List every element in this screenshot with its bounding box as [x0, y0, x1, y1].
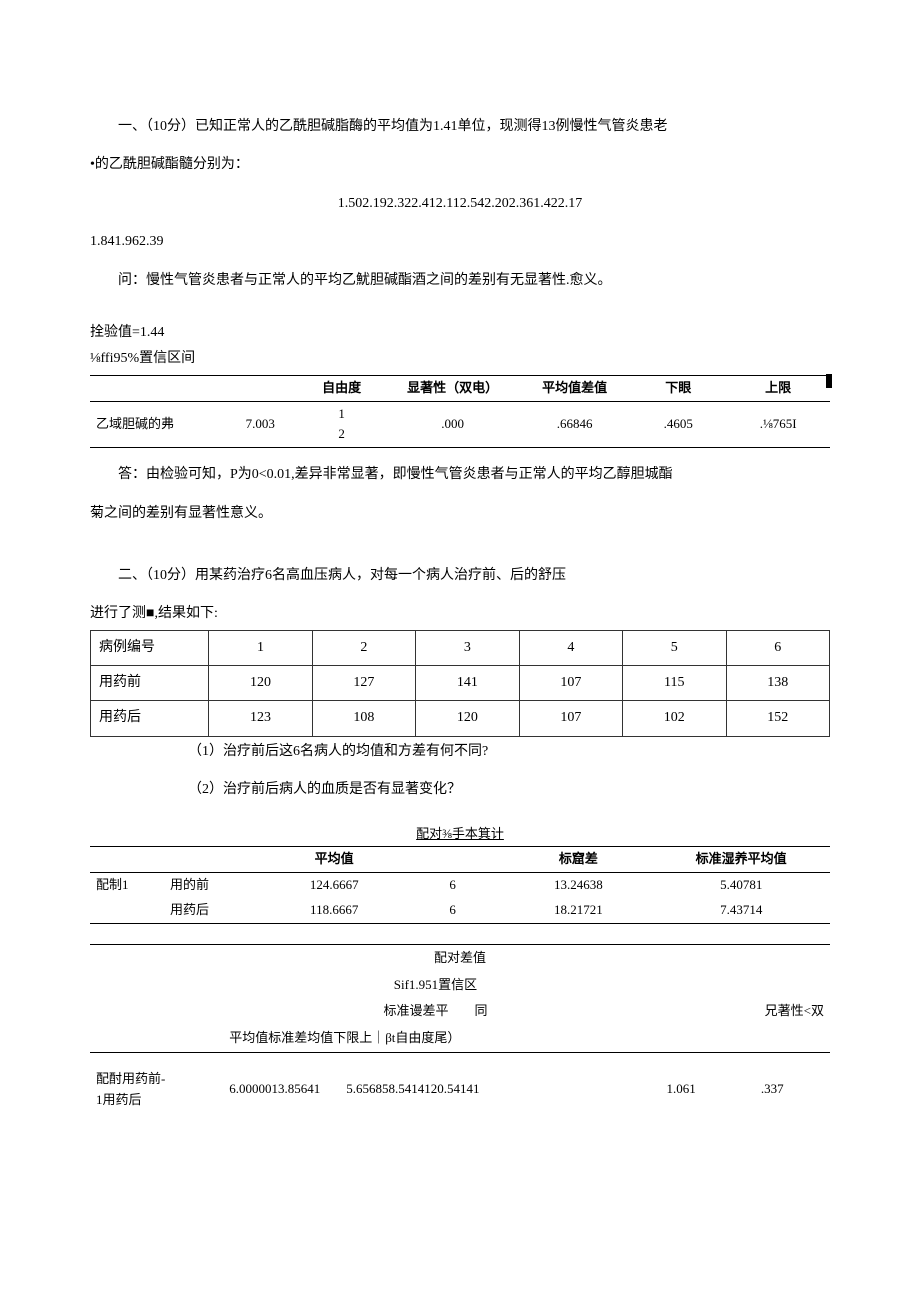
q2-diff-row-vals: 6.0000013.85641 5.656858.5414120.54141	[223, 1053, 648, 1127]
q2-row2-label: 用药后	[91, 701, 209, 736]
q2-stats-header-row: 平均值 标窟差 标准湿养平均值	[90, 847, 830, 873]
q2-stats-table: 配对⅜手本箕计 平均值 标窟差 标准湿养平均值 配制1 用的前 124.6667…	[90, 822, 830, 924]
q1-th-stub-mark	[826, 374, 832, 388]
q2-sub1: （1）治疗前后这6名病人的均值和方差有何不同?	[90, 741, 830, 763]
q1-th-meandiff: 平均值差值	[519, 375, 630, 401]
q2-diff-table: 配对差值 Sif1.951置信区 标准谩差平 同 兄著性<双 平均值标准差均值下…	[90, 944, 830, 1127]
q2-sh-n	[401, 847, 505, 873]
q1-data-line2: 1.841.962.39	[90, 231, 830, 253]
q2-sr1-label: 用的前	[164, 873, 268, 898]
q1-td-sig: .000	[386, 401, 519, 448]
q1-table-header-row: 自由度 显著性（双电） 平均值差值 下眼 上限	[90, 375, 830, 401]
q1-table-row: 乙域胆碱的弗 7.003 1 2 .000 .66846 .4605 .⅛765…	[90, 401, 830, 448]
q1-th-upper-text: 上限	[765, 380, 791, 395]
q2-th-1: 1	[209, 630, 312, 665]
q2-sh-sem: 标准湿养平均值	[652, 847, 830, 873]
q2-th-3: 3	[416, 630, 519, 665]
table-row: 配酎用药前- 1用药后 6.0000013.85641 5.656858.541…	[90, 1053, 830, 1127]
q1-td-lower: .4605	[630, 401, 726, 448]
q2-diff-hdr3: 平均值标准差均值下限上｜βt自由度尾）	[223, 1025, 830, 1052]
q1-th-blank1	[90, 375, 223, 401]
q2-sr2-label: 用药后	[164, 898, 268, 923]
q2-sr1-mean: 124.6667	[268, 873, 401, 898]
q2-r1-c1: 120	[209, 666, 312, 701]
q2-diff-hdr2-row: 标准谩差平 同 兄著性<双	[90, 998, 830, 1025]
q2-sh-blank1	[90, 847, 164, 873]
q2-data-table: 病例编号 1 2 3 4 5 6 用药前 120 127 141 107 115…	[90, 630, 830, 737]
q1-th-df: 自由度	[297, 375, 386, 401]
q1-question: 问：慢性气管炎患者与正常人的平均乙魷胆碱酯酒之间的差别有无显著性.愈义。	[90, 270, 830, 292]
q1-td-upper: .⅛765I	[726, 401, 830, 448]
q2-sr2-n: 6	[401, 898, 505, 923]
q1-td-df: 1 2	[297, 401, 386, 448]
q2-sh-mean: 平均值	[268, 847, 401, 873]
q1-table: 自由度 显著性（双电） 平均值差值 下眼 上限 乙域胆碱的弗 7.003 1 2…	[90, 375, 830, 448]
q2-sr1-sem: 5.40781	[652, 873, 830, 898]
q1-ci-label: ⅛ffi95%置信区间	[90, 348, 830, 370]
q1-test-value: 拴验值=1.44	[90, 322, 830, 344]
q2-r1-c4: 107	[519, 666, 622, 701]
q2-diff-hdr3-row: 平均值标准差均值下限上｜βt自由度尾）	[90, 1025, 830, 1052]
q2-r2-c6: 152	[726, 701, 830, 736]
q1-data-line1: 1.502.192.322.412.112.542.202.361.422.17	[90, 193, 830, 215]
table-row: 用药后 118.6667 6 18.21721 7.43714	[90, 898, 830, 923]
q2-row1-label: 用药前	[91, 666, 209, 701]
q1-th-sig: 显著性（双电）	[386, 375, 519, 401]
q2-th-6: 6	[726, 630, 830, 665]
table-row: 病例编号 1 2 3 4 5 6	[91, 630, 830, 665]
q2-th-caseid: 病例编号	[91, 630, 209, 665]
q1-th-blank2	[223, 375, 297, 401]
q2-diff-ci: Sif1.951置信区	[223, 972, 648, 999]
q2-diff-title-row: 配对差值	[90, 944, 830, 971]
q2-sh-sd: 标窟差	[504, 847, 652, 873]
q2-prompt-line2: 进行了测■,结果如下:	[90, 603, 830, 625]
q2-stats-title: 配对⅜手本箕计	[90, 822, 830, 847]
q2-r2-c2: 108	[312, 701, 415, 736]
q2-sh-blank2	[164, 847, 268, 873]
q2-prompt-line1: 二、（10分）用某药治疗6名高血压病人，对每一个病人治疗前、后的舒压	[90, 565, 830, 587]
q2-r2-c5: 102	[623, 701, 726, 736]
q2-stats-title-row: 配对⅜手本箕计	[90, 822, 830, 847]
q2-diff-title: 配对差值	[90, 944, 830, 971]
q2-diff-hdr2: 标准谩差平 同	[223, 998, 648, 1025]
q2-r1-c2: 127	[312, 666, 415, 701]
q1-prompt-line1: 一、（10分）已知正常人的乙酰胆碱脂酶的平均值为1.41单位，现测得13例慢性气…	[90, 116, 830, 138]
table-row: 用药前 120 127 141 107 115 138	[91, 666, 830, 701]
q2-diff-row-label: 配酎用药前- 1用药后	[90, 1053, 223, 1127]
q1-td-meandiff: .66846	[519, 401, 630, 448]
q1-answer-line2: 菊之间的差别有显著性意义。	[90, 503, 830, 525]
q2-r2-c3: 120	[416, 701, 519, 736]
q2-r1-c6: 138	[726, 666, 830, 701]
q2-th-4: 4	[519, 630, 622, 665]
q2-r1-c5: 115	[623, 666, 726, 701]
q2-sr2-g	[90, 898, 164, 923]
q1-td-label: 乙域胆碱的弗	[90, 401, 223, 448]
q2-r2-c1: 123	[209, 701, 312, 736]
q2-sr2-sd: 18.21721	[504, 898, 652, 923]
q1-th-lower: 下眼	[630, 375, 726, 401]
q2-sr1-g: 配制1	[90, 873, 164, 898]
q1-answer-line1: 答：由检验可知，P为0<0.01,差异非常显著，即慢性气管炎患者与正常人的平均乙…	[90, 464, 830, 486]
document-page: 一、（10分）已知正常人的乙酰胆碱脂酶的平均值为1.41单位，现测得13例慢性气…	[0, 0, 920, 1183]
q2-sr1-sd: 13.24638	[504, 873, 652, 898]
q2-diff-row-sig: .337	[714, 1053, 830, 1127]
table-row: 用药后 123 108 120 107 102 152	[91, 701, 830, 736]
q2-diff-right: 兄著性<双	[714, 998, 830, 1025]
q1-prompt-line2: •的乙酰胆碱酯髓分别为：	[90, 154, 830, 176]
q2-th-5: 5	[623, 630, 726, 665]
q2-th-2: 2	[312, 630, 415, 665]
q1-th-upper: 上限	[726, 375, 830, 401]
q2-diff-ci-row: Sif1.951置信区	[90, 972, 830, 999]
q2-sr1-n: 6	[401, 873, 505, 898]
table-row: 配制1 用的前 124.6667 6 13.24638 5.40781	[90, 873, 830, 898]
q2-sr2-sem: 7.43714	[652, 898, 830, 923]
q2-sr2-mean: 118.6667	[268, 898, 401, 923]
q2-r2-c4: 107	[519, 701, 622, 736]
q2-diff-row-t: 1.061	[648, 1053, 715, 1127]
q2-r1-c3: 141	[416, 666, 519, 701]
q2-sub2: （2）治疗前后病人的血质是否有显著变化？	[90, 779, 830, 801]
q1-td-t: 7.003	[223, 401, 297, 448]
